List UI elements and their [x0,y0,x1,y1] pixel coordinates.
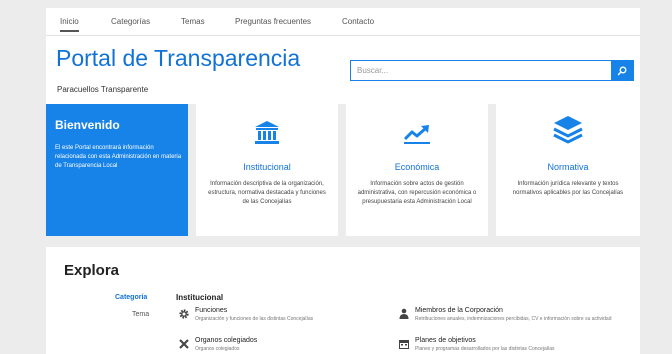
nav-item-inicio[interactable]: Inicio [60,17,79,32]
card-normativa[interactable]: Normativa Información jurídica relevante… [496,104,640,236]
item-desc: Organos colegiados [195,346,240,352]
site-title[interactable]: Portal de Transparencia [56,45,300,72]
nav-item-categorias[interactable]: Categorías [111,17,150,26]
item-title[interactable]: Planes de objetivos [415,337,476,344]
card-economica[interactable]: Económica Información sobre actos de ges… [346,104,488,236]
gears-icon [179,309,189,319]
card-institucional[interactable]: Institucional Información descriptiva de… [196,104,338,236]
people-icon [399,308,409,319]
card-title-normativa[interactable]: Normativa [496,162,640,172]
card-desc-normativa: Información jurídica relevante y textos … [512,181,624,196]
site-subtitle: Paracuellos Transparente [57,85,149,94]
card-title-institucional[interactable]: Institucional [196,162,338,172]
item-desc: Organización y funciones de las distinta… [195,316,314,322]
tools-icon [179,339,189,349]
welcome-title: Bienvenido [55,118,120,132]
item-title[interactable]: Funciones [195,307,227,314]
search-input[interactable] [351,61,612,80]
search-box [350,60,634,81]
section-heading: Institucional [176,293,224,302]
institution-icon [255,121,279,144]
card-desc-economica: Información sobre actos de gestión admin… [357,181,477,205]
item-desc: Planes y programas desarrollados por las… [415,346,555,352]
item-title[interactable]: Miembros de la Corporación [415,307,503,314]
layers-icon [553,116,583,144]
search-button[interactable] [611,61,633,80]
filter-categoria[interactable]: Categoría [115,294,147,301]
page-container: Inicio Categorías Temas Preguntas frecue… [46,8,640,354]
top-navigation: Inicio Categorías Temas Preguntas frecue… [46,8,640,36]
item-title[interactable]: Organos colegiados [195,337,257,344]
categories-band: Bienvenido El este Portal encontrará inf… [46,104,640,247]
filter-tema[interactable]: Tema [132,311,149,318]
nav-item-preguntas-frecuentes[interactable]: Preguntas frecuentes [235,17,311,26]
nav-item-temas[interactable]: Temas [181,17,205,26]
item-desc: Retribuciones anuales, indemnizaciones p… [415,316,612,322]
trending-up-icon [403,125,430,144]
welcome-card: Bienvenido El este Portal encontrará inf… [46,104,188,236]
calendar-icon [399,340,409,349]
welcome-text: El este Portal encontrará información re… [55,145,182,169]
nav-item-contacto[interactable]: Contacto [342,17,374,26]
search-icon [617,66,627,75]
explora-title: Explora [64,262,120,279]
card-title-economica[interactable]: Económica [346,162,488,172]
card-desc-institucional: Información descriptiva de la organizaci… [208,181,326,205]
